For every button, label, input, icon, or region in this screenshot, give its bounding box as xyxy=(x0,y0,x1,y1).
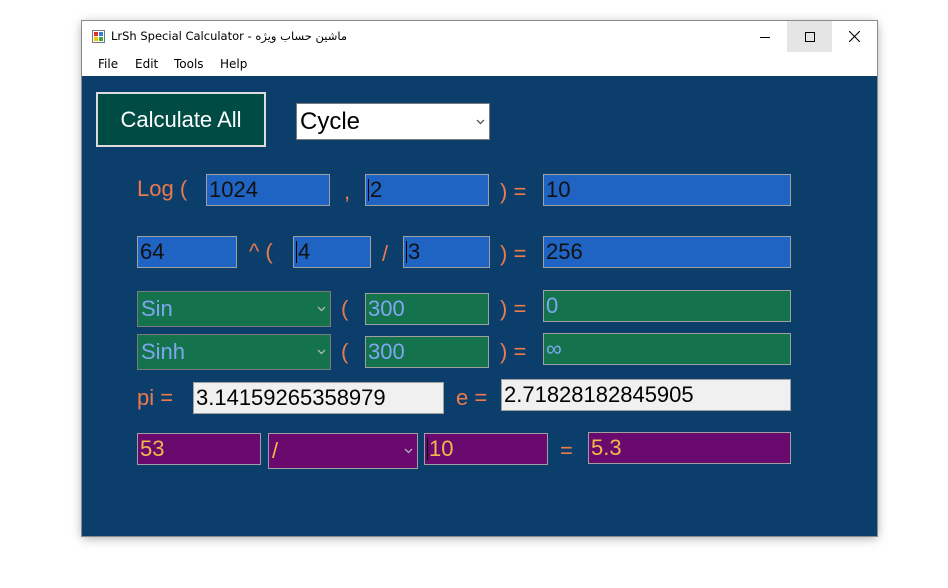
minimize-button[interactable] xyxy=(742,21,787,52)
maximize-button[interactable] xyxy=(787,21,832,52)
chevron-down-icon xyxy=(317,306,326,312)
trig-function-value: Sin xyxy=(141,296,173,321)
log-arg-field[interactable]: 2 xyxy=(365,174,489,206)
operand-b-value: 10 xyxy=(429,436,454,461)
mode-select[interactable]: Cycle xyxy=(296,103,490,140)
calculator-panel: Calculate All Cycle Log ( 1024 , 2 ) = 1… xyxy=(82,76,877,536)
log-base-field[interactable]: 1024 xyxy=(206,174,330,206)
trig-result-field[interactable]: 0 xyxy=(543,290,791,322)
close-icon xyxy=(849,31,860,42)
menu-bar: File Edit Tools Help xyxy=(82,52,877,76)
power-operator: ^ ( xyxy=(249,239,273,264)
exponent-numerator-value: 4 xyxy=(298,239,311,264)
trig-open-paren: ( xyxy=(341,296,349,321)
hyperbolic-open-paren: ( xyxy=(341,339,349,364)
exponent-numerator-field[interactable]: 4 xyxy=(293,236,371,268)
mode-select-value: Cycle xyxy=(300,107,361,135)
maximize-icon xyxy=(804,31,815,42)
log-result-field[interactable]: 10 xyxy=(543,174,791,206)
exponent-denominator-field[interactable]: 3 xyxy=(403,236,490,268)
power-slash: / xyxy=(382,241,389,266)
trig-function-select[interactable]: Sin xyxy=(137,291,331,327)
hyperbolic-equals: ) = xyxy=(500,339,527,364)
pi-value-field[interactable]: 3.14159265358979 xyxy=(193,382,444,414)
text-caret xyxy=(368,179,369,201)
power-equals: ) = xyxy=(500,241,527,266)
log-label: Log ( xyxy=(137,176,188,201)
hyperbolic-function-value: Sinh xyxy=(141,339,186,364)
text-caret xyxy=(406,241,407,263)
hyperbolic-function-select[interactable]: Sinh xyxy=(137,334,331,370)
hyperbolic-result-field[interactable]: ∞ xyxy=(543,333,791,365)
calculate-all-button[interactable]: Calculate All xyxy=(96,92,266,147)
app-icon xyxy=(92,30,105,43)
trig-equals: ) = xyxy=(500,296,527,321)
menu-tools[interactable]: Tools xyxy=(174,57,204,71)
log-arg-value: 2 xyxy=(370,177,383,202)
pi-label: pi = xyxy=(137,385,174,410)
exponent-denominator-value: 3 xyxy=(408,239,421,264)
power-base-field[interactable]: 64 xyxy=(137,236,237,268)
calculator-window: LrSh Special Calculator - ماشین حساب ویژ… xyxy=(82,21,877,536)
trig-arg-field[interactable]: 300 xyxy=(365,293,489,325)
text-caret xyxy=(427,438,428,460)
log-equals: ) = xyxy=(500,179,527,204)
operand-a-field[interactable]: 53 xyxy=(137,433,261,465)
hyperbolic-arg-field[interactable]: 300 xyxy=(365,336,489,368)
minimize-icon xyxy=(759,36,770,38)
operator-value: / xyxy=(272,438,279,463)
window-title: LrSh Special Calculator - ماشین حساب ویژ… xyxy=(111,29,348,43)
e-label: e = xyxy=(456,385,488,410)
text-caret xyxy=(296,241,297,263)
chevron-down-icon xyxy=(317,349,326,355)
arith-equals: = xyxy=(560,438,573,463)
close-button[interactable] xyxy=(832,21,877,52)
title-bar[interactable]: LrSh Special Calculator - ماشین حساب ویژ… xyxy=(82,21,877,52)
menu-help[interactable]: Help xyxy=(220,57,247,71)
menu-edit[interactable]: Edit xyxy=(135,57,158,71)
menu-file[interactable]: File xyxy=(98,57,118,71)
arith-result-field[interactable]: 5.3 xyxy=(588,432,791,464)
chevron-down-icon xyxy=(404,448,413,454)
log-comma: , xyxy=(344,179,351,204)
e-value-field[interactable]: 2.71828182845905 xyxy=(501,379,791,411)
operand-b-field[interactable]: 10 xyxy=(424,433,548,465)
chevron-down-icon xyxy=(476,119,485,124)
power-result-field[interactable]: 256 xyxy=(543,236,791,268)
operator-select[interactable]: / xyxy=(268,433,418,469)
